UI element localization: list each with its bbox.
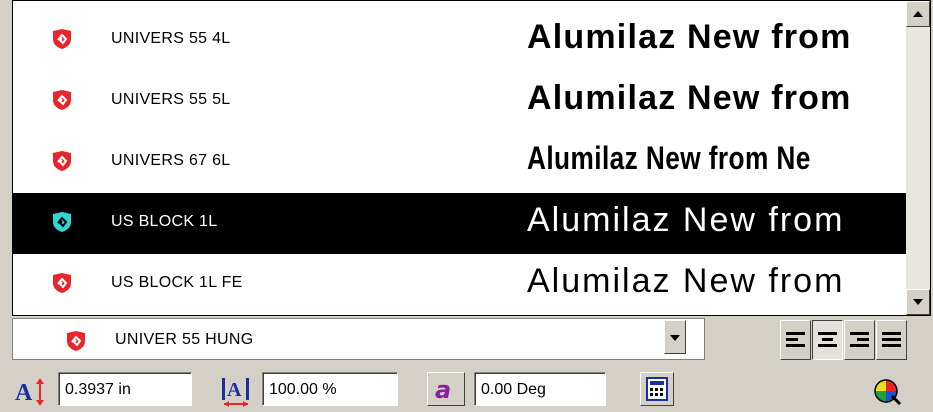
font-list-item-selected[interactable]: US BLOCK 1L Alumilaz New from — [13, 193, 906, 254]
font-combo-box[interactable]: UNIVER 55 HUNG — [12, 318, 705, 360]
calculator-button[interactable] — [640, 372, 674, 406]
combo-selected-font: UNIVER 55 HUNG — [115, 331, 254, 348]
svg-text:a: a — [435, 376, 451, 402]
chevron-down-icon — [670, 335, 680, 341]
text-height-value: 0.3937 in — [65, 381, 131, 398]
font-list-item[interactable]: UNIVERS 55 4L Alumilaz New from — [13, 10, 906, 71]
font-sample: Alumilaz New from — [527, 79, 852, 117]
text-width-field[interactable]: 100.00 % — [262, 372, 398, 406]
align-right-button[interactable] — [844, 320, 875, 360]
calculator-icon — [646, 377, 668, 401]
font-shield-icon — [53, 151, 71, 171]
scroll-up-button[interactable] — [906, 1, 930, 27]
font-list-item[interactable]: US BLOCK 1L FE Alumilaz New from — [13, 254, 906, 315]
arrow-up-icon — [913, 11, 923, 17]
color-wheel-icon[interactable] — [870, 376, 904, 406]
font-sample: Alumilaz New from — [527, 262, 845, 300]
align-justify-button[interactable] — [876, 320, 907, 360]
font-sample: Alumilaz New from — [527, 18, 852, 56]
align-center-icon — [818, 332, 837, 347]
font-name: UNIVERS 55 5L — [111, 91, 231, 108]
font-name: UNIVERS 67 6L — [111, 152, 231, 169]
font-name: US BLOCK 1L FE — [111, 274, 243, 291]
font-shield-icon — [53, 273, 71, 293]
italic-a-icon: a — [435, 376, 451, 402]
font-sample: Alumilaz New from Ne — [527, 140, 811, 176]
slant-angle-field[interactable]: 0.00 Deg — [474, 372, 606, 406]
italic-slant-button[interactable]: a — [427, 372, 465, 406]
font-name: UNIVERS 55 4L — [111, 30, 231, 47]
font-shield-icon — [53, 212, 71, 232]
font-shield-icon — [67, 331, 85, 351]
slant-angle-value: 0.00 Deg — [481, 381, 546, 398]
align-center-button[interactable] — [812, 320, 843, 360]
font-shield-icon — [53, 90, 71, 110]
font-list-item[interactable]: UNIVERS 55 5L Alumilaz New from — [13, 71, 906, 132]
font-shield-icon — [53, 29, 71, 49]
font-list-item[interactable]: UNIVERS 67 6L Alumilaz New from Ne — [13, 132, 906, 193]
align-left-icon — [786, 332, 805, 347]
svg-text:A: A — [227, 379, 242, 401]
combo-dropdown-button[interactable] — [664, 320, 686, 354]
text-height-icon: A — [15, 378, 44, 406]
arrow-down-icon — [913, 299, 923, 305]
vertical-scrollbar[interactable] — [906, 1, 930, 315]
scroll-down-button[interactable] — [906, 289, 930, 315]
align-justify-icon — [882, 332, 901, 347]
font-list-rows: UNIVERS 55 4L Alumilaz New from UNIVERS … — [13, 1, 906, 315]
text-width-icon: A — [222, 378, 249, 407]
svg-text:A: A — [15, 380, 33, 406]
font-name: US BLOCK 1L — [111, 213, 218, 230]
text-height-field[interactable]: 0.3937 in — [58, 372, 192, 406]
text-width-value: 100.00 % — [269, 381, 337, 398]
font-sample: Alumilaz New from — [527, 201, 845, 239]
font-dropdown-list[interactable]: UNIVERS 55 4L Alumilaz New from UNIVERS … — [12, 0, 931, 316]
align-left-button[interactable] — [780, 320, 811, 360]
align-right-icon — [850, 332, 869, 347]
